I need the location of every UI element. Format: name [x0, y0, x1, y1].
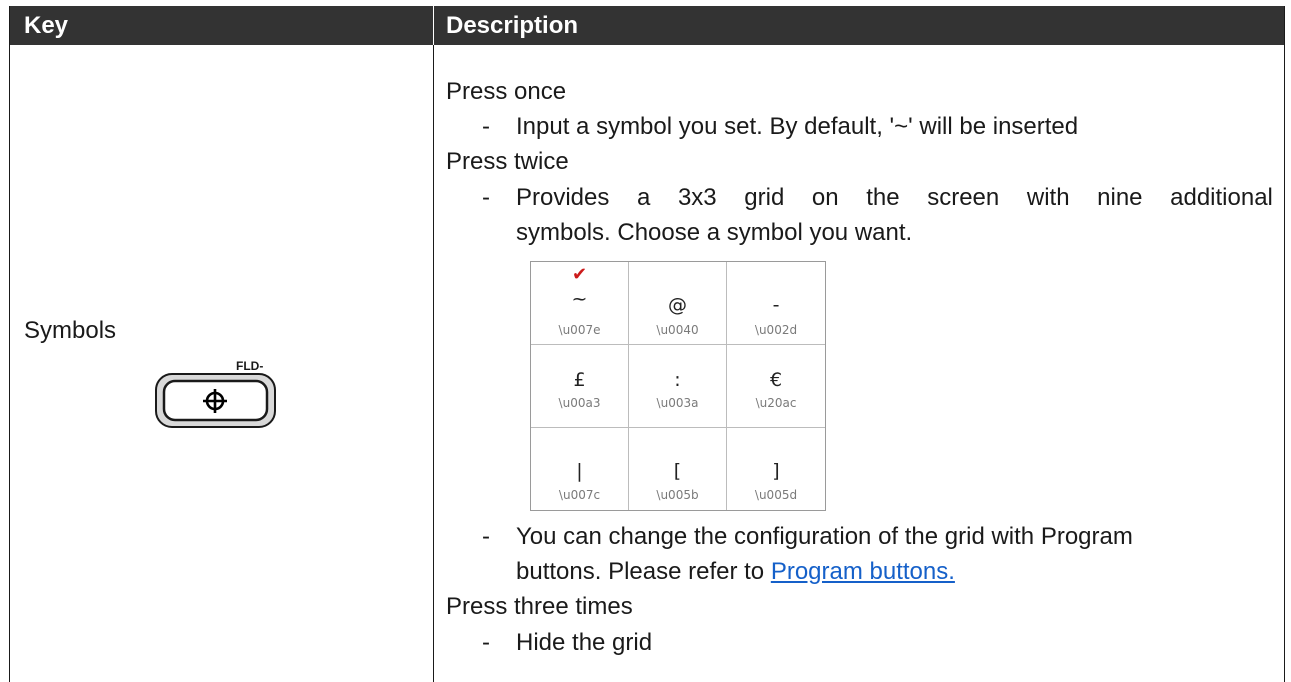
grid-code: \u005b [656, 488, 699, 502]
grid-symbol: € [769, 369, 783, 391]
grid-note-line2: buttons. Please refer to Program buttons… [516, 558, 955, 586]
bullet-dash: - [482, 523, 490, 550]
grid-code: \u007c [558, 488, 601, 502]
header-key: Key [24, 12, 69, 39]
grid-cell[interactable]: : \u003a [629, 345, 727, 428]
press-twice-note-line2: symbols. Choose a symbol you want. [516, 219, 913, 246]
grid-symbol: ] [772, 460, 780, 482]
grid-code: \u0040 [656, 323, 699, 337]
grid-cell[interactable]: [ \u005b [629, 428, 727, 510]
grid-symbol: | [576, 460, 583, 482]
grid-code: \u00a3 [558, 396, 601, 410]
press-twice-label: Press twice [446, 148, 569, 175]
word: grid [744, 184, 785, 211]
grid-cell[interactable]: € \u20ac [727, 345, 825, 428]
header-divider [433, 6, 434, 45]
word: nine [1097, 184, 1143, 211]
crosshair-key-icon: FLD- [153, 358, 281, 435]
grid-note-prefix: buttons. Please refer to [516, 558, 771, 585]
press-twice-note-line1: Provides a 3x3 grid on the screen with n… [516, 184, 1273, 212]
program-buttons-link[interactable]: Program buttons. [771, 558, 955, 585]
grid-code: \u005d [754, 488, 798, 502]
grid-code: \u007e [558, 323, 601, 337]
word: with [1026, 184, 1070, 211]
press-once-label: Press once [446, 78, 567, 105]
press-three-note: Hide the grid [516, 629, 653, 656]
column-divider [433, 45, 434, 682]
grid-code: \u003a [656, 396, 699, 410]
grid-cell[interactable]: - \u002d [727, 262, 825, 345]
word: screen [927, 184, 1000, 211]
grid-cell[interactable]: | \u007c [531, 428, 629, 510]
check-icon: ✔ [571, 264, 588, 285]
table-header: Key Description [10, 6, 1284, 45]
bullet-dash: - [482, 184, 490, 211]
grid-symbol: £ [573, 369, 586, 391]
press-once-note: Input a symbol you set. By default, '~' … [516, 113, 1079, 140]
grid-code: \u20ac [755, 396, 797, 410]
key-description-table: Key Description Symbols FLD- Press once … [9, 6, 1285, 682]
key-badge: FLD- [236, 359, 263, 373]
grid-symbol: - [772, 294, 780, 316]
grid-cell[interactable]: ] \u005d [727, 428, 825, 510]
grid-cell[interactable]: £ \u00a3 [531, 345, 629, 428]
bullet-dash: - [482, 629, 490, 656]
word: on [811, 184, 839, 211]
grid-symbol: [ [673, 460, 682, 482]
word: the [866, 184, 900, 211]
grid-code: \u002d [754, 323, 798, 337]
symbol-grid: ✔ ~ \u007e @ \u0040 - \u002d £ \u00a3 : … [530, 261, 826, 511]
header-description: Description [446, 12, 579, 39]
grid-symbol: ~ [571, 288, 588, 310]
bullet-dash: - [482, 113, 490, 140]
word: additional [1170, 184, 1273, 211]
press-three-label: Press three times [446, 593, 633, 620]
grid-note-line1: You can change the configuration of the … [516, 523, 1133, 550]
grid-cell[interactable]: @ \u0040 [629, 262, 727, 345]
word: Provides [516, 184, 610, 211]
word: 3x3 [677, 184, 717, 211]
key-label: Symbols [24, 317, 117, 344]
grid-cell[interactable]: ✔ ~ \u007e [531, 262, 629, 345]
word: a [636, 184, 651, 211]
grid-symbol: @ [668, 294, 687, 316]
grid-symbol: : [674, 369, 681, 391]
